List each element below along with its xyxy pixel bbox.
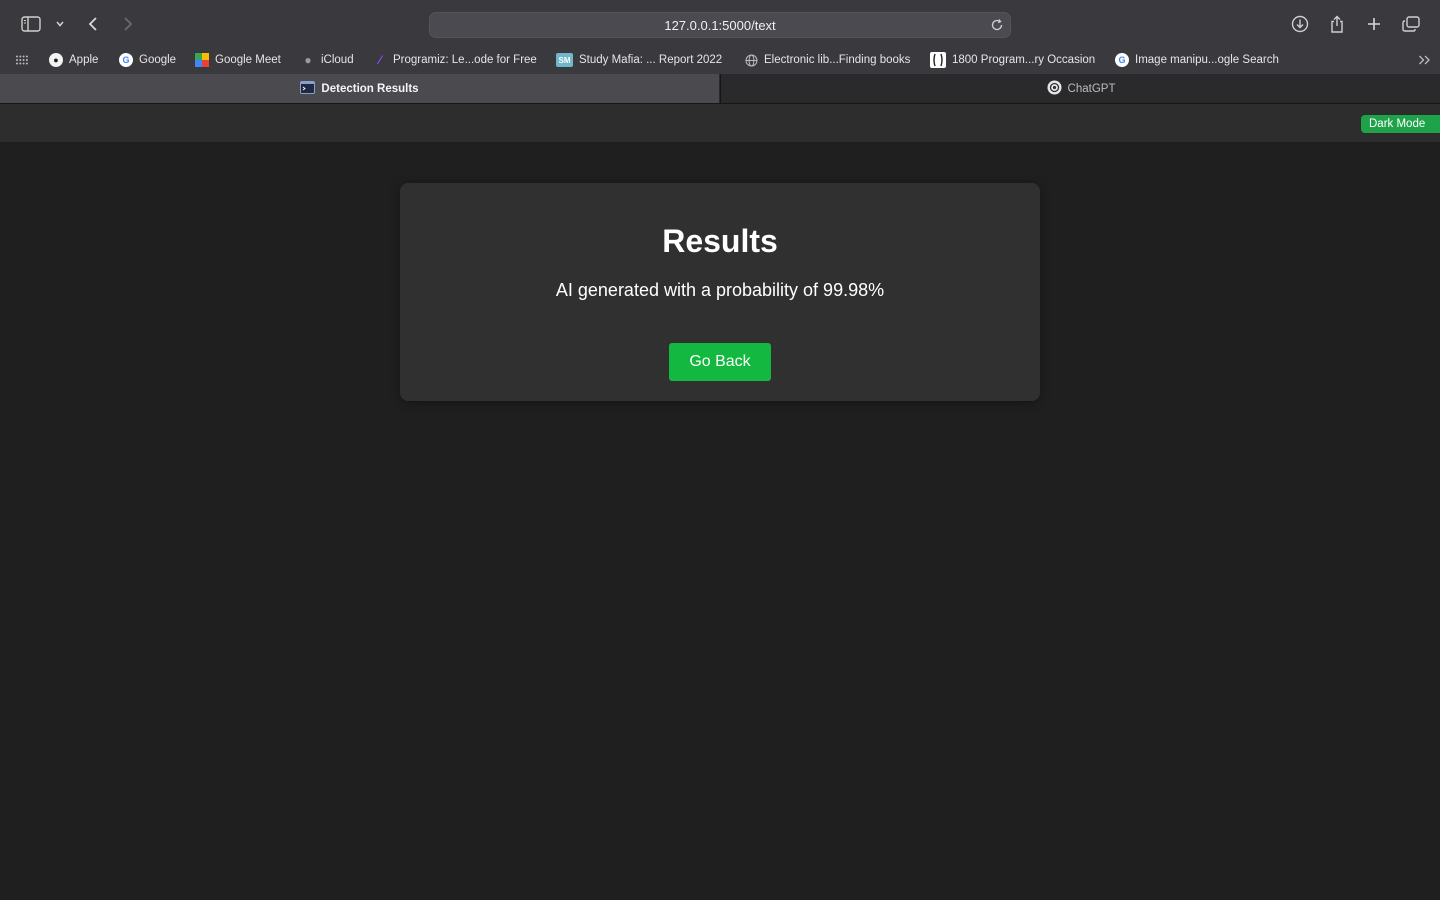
bookmark-label: Electronic lib...Finding books xyxy=(764,54,911,66)
bookmark-label: Study Mafia: ... Report 2022 xyxy=(579,54,723,66)
tab-bar: Detection Results ChatGPT xyxy=(0,74,1440,104)
back-arrow-icon[interactable] xyxy=(84,13,102,35)
go-back-button[interactable]: Go Back xyxy=(669,343,771,381)
apps-grid-icon[interactable] xyxy=(15,46,29,74)
bookmark-label: 1800 Program...ry Occasion xyxy=(952,54,1096,66)
bookmark-label: Google xyxy=(139,54,177,66)
bookmark-google-meet[interactable]: Google Meet xyxy=(195,46,281,74)
results-card: Results AI generated with a probability … xyxy=(400,183,1040,401)
new-tab-icon[interactable] xyxy=(1365,13,1383,35)
tab-detection-results[interactable]: Detection Results xyxy=(0,74,719,103)
bookmark-1800-programs[interactable]: 1800 Program...ry Occasion xyxy=(930,46,1095,74)
bookmark-image-manipulation-search[interactable]: G Image manipu...ogle Search xyxy=(1115,46,1279,74)
tab-label: ChatGPT xyxy=(1067,82,1116,95)
page-header: Dark Mode xyxy=(0,104,1440,142)
forward-arrow-icon[interactable] xyxy=(119,13,137,35)
browser-toolbar: 127.0.0.1:5000/text xyxy=(0,0,1440,46)
bookmark-label: Image manipu...ogle Search xyxy=(1135,54,1279,66)
bookmarks-overflow-icon[interactable] xyxy=(1418,46,1431,74)
url-text: 127.0.0.1:5000/text xyxy=(664,18,776,33)
google-icon: G xyxy=(119,53,133,67)
bookmark-google[interactable]: G Google xyxy=(119,46,176,74)
chevron-down-icon[interactable] xyxy=(53,13,67,35)
bookmark-electronic-library[interactable]: Electronic lib...Finding books xyxy=(744,46,910,74)
download-icon[interactable] xyxy=(1290,13,1310,35)
study-mafia-icon: SM xyxy=(556,53,573,67)
tab-chatgpt[interactable]: ChatGPT xyxy=(720,74,1440,103)
sidebar-toggle-icon[interactable] xyxy=(20,13,42,35)
apple-icon: ● xyxy=(49,53,63,67)
reload-icon[interactable] xyxy=(990,18,1004,37)
chatgpt-icon xyxy=(1047,80,1062,98)
google-icon: G xyxy=(1115,53,1129,67)
page-icon xyxy=(930,52,946,68)
page-title: Results xyxy=(662,223,778,259)
dark-mode-toggle[interactable]: Dark Mode xyxy=(1361,115,1440,133)
bookmark-apple[interactable]: ● Apple xyxy=(49,46,98,74)
apple-icon: ● xyxy=(304,53,312,67)
globe-icon xyxy=(744,53,758,67)
bookmark-label: Google Meet xyxy=(215,54,281,66)
bookmarks-bar: ● Apple G Google Google Meet ● iCloud ⁄ … xyxy=(0,46,1440,74)
share-icon[interactable] xyxy=(1328,13,1346,35)
address-bar[interactable]: 127.0.0.1:5000/text xyxy=(429,12,1011,38)
programiz-icon: ⁄ xyxy=(378,53,381,67)
bookmark-icloud[interactable]: ● iCloud xyxy=(301,46,354,74)
bookmark-label: Apple xyxy=(69,54,99,66)
tab-overview-icon[interactable] xyxy=(1401,13,1421,35)
tab-label: Detection Results xyxy=(321,82,419,95)
bookmark-label: Programiz: Le...ode for Free xyxy=(393,54,537,66)
google-meet-icon xyxy=(195,53,209,67)
bookmark-study-mafia[interactable]: SM Study Mafia: ... Report 2022 xyxy=(556,46,722,74)
bookmark-programiz[interactable]: ⁄ Programiz: Le...ode for Free xyxy=(373,46,537,74)
terminal-icon xyxy=(300,80,316,97)
bookmark-label: iCloud xyxy=(321,54,354,66)
result-text: AI generated with a probability of 99.98… xyxy=(555,280,885,300)
